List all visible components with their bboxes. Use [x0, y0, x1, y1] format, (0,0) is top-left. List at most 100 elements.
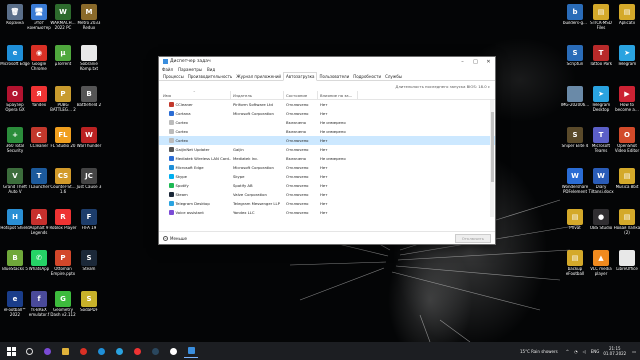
app-icon	[169, 156, 174, 161]
table-row[interactable]: Microsoft Edge Microsoft Corporation Отклю…	[159, 163, 495, 172]
taskbar-yandex[interactable]	[130, 344, 144, 358]
libreoffice-icon	[619, 250, 635, 266]
table-row[interactable]: Mediatek Wireless LAN Card… Mediatek Inc.…	[159, 154, 495, 163]
desktop-shortcut[interactable]: ➤ Telegram	[612, 45, 640, 67]
table-row[interactable]: Cortana Microsoft Corporation Отключено Нет	[159, 109, 495, 118]
menu-options[interactable]: Параметры	[178, 67, 202, 72]
table-row[interactable]: CCleaner Piriform Software Ltd Отключено Не…	[159, 100, 495, 109]
taskbar-task-manager[interactable]	[184, 344, 198, 358]
vertical-scrollbar[interactable]	[490, 100, 494, 217]
tab-startup[interactable]: Автозагрузка	[283, 71, 318, 81]
volume-icon[interactable]: ◁	[583, 349, 586, 354]
tab-users[interactable]: Пользователи	[317, 73, 351, 81]
table-row[interactable]: Telegram Desktop Telegram Messenger LLP От…	[159, 199, 495, 208]
clock[interactable]: 21:15 01.07.2022	[603, 346, 626, 356]
game-icon: W	[81, 127, 97, 143]
desktop-shortcut-label: Aplicatii	[619, 21, 635, 25]
cell-status: Включено	[286, 129, 306, 134]
disable-button[interactable]: Отключить	[454, 233, 491, 243]
fewer-details-label: Меньше	[170, 235, 188, 241]
folder-icon: ▤	[619, 209, 635, 225]
desktop-shortcut[interactable]: W WarThunder	[74, 127, 104, 149]
recycle-bin-icon: 🗑	[7, 4, 23, 20]
desktop-shortcut-label: LibreOffice	[616, 267, 638, 271]
cell-impact: Нет	[320, 165, 328, 170]
taskbar-explorer[interactable]	[58, 344, 72, 358]
game-icon: CS	[55, 168, 71, 184]
desktop-shortcut[interactable]: ▤ Aplicatii	[612, 4, 640, 26]
desktop-shortcut[interactable]: Sobranie Komp.txt	[74, 45, 104, 71]
taskbar-cortana[interactable]	[40, 344, 54, 358]
column-header-status[interactable]: Состояние	[284, 90, 318, 100]
game-icon: G	[55, 291, 71, 307]
tab-processes[interactable]: Процессы	[161, 73, 186, 81]
tab-performance[interactable]: Производительность	[186, 73, 235, 81]
column-header-impact[interactable]: Влияние на за…	[318, 90, 358, 100]
taskbar-obs[interactable]	[166, 344, 180, 358]
tab-details[interactable]: Подробности	[351, 73, 383, 81]
weather-widget[interactable]: 15°C Rain showers	[520, 349, 558, 354]
notifications-icon[interactable]: ▭	[632, 349, 636, 354]
menu-file[interactable]: Файл	[162, 67, 173, 72]
desktop-shortcut[interactable]: M Metro 2033 Redux	[74, 4, 104, 30]
desktop-shortcut-label: Musica 8bit	[615, 185, 639, 189]
taskbar-telegram[interactable]	[112, 344, 126, 358]
cell-name-text: GaijinNet Updater	[175, 147, 210, 152]
cell-publisher: Skype	[233, 174, 245, 179]
table-row[interactable]: Steam Valve Corporation Отключено Нет	[159, 190, 495, 199]
chrome-icon: ◉	[31, 45, 47, 61]
search-button[interactable]	[22, 344, 36, 358]
table-row[interactable]: Cortex Включено Не измерено	[159, 127, 495, 136]
desktop-shortcut[interactable]: S Steam	[74, 250, 104, 272]
tab-app-history[interactable]: Журнал приложений	[234, 73, 283, 81]
taskbar-steam[interactable]	[148, 344, 162, 358]
network-icon[interactable]: ◔	[574, 349, 578, 354]
maximize-button[interactable]: □	[469, 57, 482, 66]
desktop-shortcut[interactable]: ▤ Новая папка (2)	[612, 209, 640, 235]
desktop-shortcut[interactable]: S SodaPDF	[74, 291, 104, 313]
cell-name-text: Cortex	[175, 138, 189, 143]
fewer-details-button[interactable]: ^ Меньше	[163, 235, 455, 241]
system-tray: 15°C Rain showers ^ ◔ ◁ ENG 21:15 01.07.…	[520, 342, 640, 360]
cell-name: Microsoft Edge	[159, 165, 231, 170]
cell-name-text: CCleaner	[175, 102, 193, 107]
tab-services[interactable]: Службы	[383, 73, 404, 81]
desktop-shortcut[interactable]: ▶ How to become a…	[612, 86, 640, 112]
desktop-shortcut[interactable]: B Battlefield 2	[74, 86, 104, 108]
cell-publisher: Valve Corporation	[233, 192, 267, 197]
cell-impact: Нет	[320, 102, 328, 107]
scrollbar-thumb[interactable]	[490, 112, 494, 182]
table-row[interactable]: Cortex Отключено Нет	[159, 136, 495, 145]
desktop-shortcut[interactable]: O OpenShot Video Editor	[612, 127, 640, 153]
cell-name-text: Mediatek Wireless LAN Card…	[175, 156, 232, 161]
desktop-shortcut-label: SodaPDF	[80, 308, 98, 312]
task-manager-icon	[187, 347, 195, 354]
desktop-shortcut[interactable]: LibreOffice	[612, 250, 640, 272]
table-row[interactable]: Cortex Включено Не измерено	[159, 118, 495, 127]
table-row[interactable]: Voice assistant Yandex LLC Отключено Нет	[159, 208, 495, 217]
cell-publisher: Microsoft Corporation	[233, 111, 274, 116]
menu-view[interactable]: Вид	[207, 67, 215, 72]
table-row[interactable]: Spotify Spotify AB Отключено Нет	[159, 181, 495, 190]
close-button[interactable]: ✕	[482, 57, 495, 66]
language-indicator[interactable]: ENG	[591, 349, 600, 354]
taskbar-edge[interactable]	[94, 344, 108, 358]
cell-name-text: Microsoft Edge	[175, 165, 204, 170]
column-header-publisher[interactable]: Издатель	[231, 90, 284, 100]
chevron-up-icon: ^	[163, 235, 168, 241]
tab-bar: Процессы Производительность Журнал прило…	[159, 71, 495, 81]
desktop-shortcut-label: Sobranie Komp.txt	[79, 62, 99, 71]
start-button[interactable]	[4, 344, 18, 358]
taskbar-chrome[interactable]	[76, 344, 90, 358]
title-bar[interactable]: Диспетчер задач – □ ✕	[159, 57, 495, 66]
game-icon: S	[567, 127, 583, 143]
desktop-shortcut[interactable]: ▤ Musica 8bit	[612, 168, 640, 190]
desktop-shortcut[interactable]: F FIFA 19	[74, 209, 104, 231]
table-row[interactable]: GaijinNet Updater Gaijin Отключено Нет	[159, 145, 495, 154]
cell-status: Отключено	[286, 192, 309, 197]
tray-chevron-icon[interactable]: ^	[566, 349, 569, 354]
minimize-button[interactable]: –	[456, 57, 469, 66]
torrent-icon: µ	[55, 45, 71, 61]
table-row[interactable]: Skype Skype Отключено Нет	[159, 172, 495, 181]
desktop-shortcut[interactable]: JC Just Cause 3	[74, 168, 104, 190]
